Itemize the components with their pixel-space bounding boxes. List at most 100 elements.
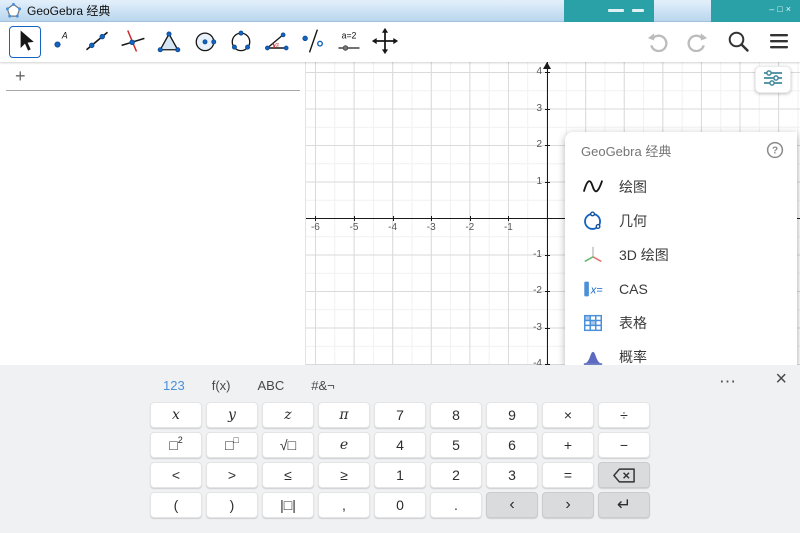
key-6[interactable]: 6 xyxy=(486,432,538,458)
key-3[interactable]: 3 xyxy=(486,462,538,488)
menu-item-3d[interactable]: 3D 绘图 xyxy=(565,238,797,272)
tool-slider[interactable]: a=2 xyxy=(333,26,365,58)
key-less-equal[interactable]: ≤ xyxy=(262,462,314,488)
background-window: –□× xyxy=(711,0,800,22)
key-left-arrow[interactable]: ‹ xyxy=(486,492,538,518)
y-tick-label: 1 xyxy=(536,175,542,187)
tool-polygon[interactable] xyxy=(153,26,185,58)
key-2[interactable]: 2 xyxy=(430,462,482,488)
svg-text:α: α xyxy=(275,41,279,48)
polygon-icon xyxy=(155,27,183,58)
key-power[interactable]: □ □ xyxy=(206,432,258,458)
kb-tab-123[interactable]: 123 xyxy=(163,378,185,393)
add-expression-icon[interactable]: + xyxy=(15,67,26,85)
y-tick-label: -1 xyxy=(533,248,542,260)
key-paren-right[interactable]: ) xyxy=(206,492,258,518)
menu-item-probability[interactable]: 概率 xyxy=(565,340,797,365)
tool-special-line[interactable] xyxy=(117,26,149,58)
key-minus[interactable]: − xyxy=(598,432,650,458)
kb-close-button[interactable]: × xyxy=(775,369,787,389)
tool-conic[interactable] xyxy=(225,26,257,58)
probability-icon xyxy=(582,346,604,365)
key-x[interactable]: x xyxy=(150,402,202,428)
kb-tab-abc[interactable]: ABC xyxy=(257,378,284,393)
key-9[interactable]: 9 xyxy=(486,402,538,428)
key-abs[interactable]: |□| xyxy=(262,492,314,518)
tool-circle[interactable] xyxy=(189,26,221,58)
x-axis-tick xyxy=(392,216,394,221)
background-window-controls: –□× xyxy=(769,4,794,14)
key-less-than[interactable]: < xyxy=(150,462,202,488)
key-0[interactable]: 0 xyxy=(374,492,426,518)
key-7[interactable]: 7 xyxy=(374,402,426,428)
app-menu-items: 绘图 几何 3D 绘图 x= CAS 表格 概率 xyxy=(565,168,797,365)
tool-point[interactable]: A xyxy=(45,26,77,58)
redo-icon xyxy=(686,29,709,55)
tool-group: A α a=2 xyxy=(9,26,401,58)
x-axis-tick xyxy=(315,216,317,221)
virtual-keyboard: 123 f(x) ABC #&¬ ⋯ × x y z π 7 8 9 × ÷ □ 2 □ □ √□ e 4 5 6… xyxy=(0,365,800,533)
geometry-icon xyxy=(582,210,604,232)
y-axis-tick xyxy=(545,291,550,292)
cas-icon: x= xyxy=(582,278,604,300)
main-menu-button[interactable] xyxy=(767,29,791,56)
key-enter[interactable]: ↵ xyxy=(598,492,650,518)
menu-item-spreadsheet[interactable]: 表格 xyxy=(565,306,797,340)
y-tick-label: -4 xyxy=(533,358,542,365)
key-pi[interactable]: π xyxy=(318,402,370,428)
key-8[interactable]: 8 xyxy=(430,402,482,428)
y-axis-tick xyxy=(545,327,550,329)
zoom-button[interactable] xyxy=(726,29,750,56)
help-icon[interactable]: ? xyxy=(766,141,784,159)
hamburger-menu-icon xyxy=(767,29,791,56)
key-greater-than[interactable]: > xyxy=(206,462,258,488)
y-axis-tick xyxy=(545,145,550,146)
key-divide[interactable]: ÷ xyxy=(598,402,650,428)
key-plus[interactable]: + xyxy=(542,432,594,458)
key-y[interactable]: y xyxy=(206,402,258,428)
key-1[interactable]: 1 xyxy=(374,462,426,488)
redo-button[interactable] xyxy=(686,29,709,55)
tool-line[interactable] xyxy=(81,26,113,58)
kb-tab-symbols[interactable]: #&¬ xyxy=(311,378,335,393)
tool-angle[interactable]: α xyxy=(261,26,293,58)
key-equals[interactable]: = xyxy=(542,462,594,488)
tool-move[interactable] xyxy=(9,26,41,58)
svg-text:?: ? xyxy=(772,146,778,157)
key-4[interactable]: 4 xyxy=(374,432,426,458)
kb-more-button[interactable]: ⋯ xyxy=(719,372,736,392)
key-greater-equal[interactable]: ≥ xyxy=(318,462,370,488)
key-square[interactable]: □ 2 xyxy=(150,432,202,458)
key-z[interactable]: z xyxy=(262,402,314,428)
key-comma[interactable]: , xyxy=(318,492,370,518)
key-5[interactable]: 5 xyxy=(430,432,482,458)
algebra-input-row[interactable]: + xyxy=(6,62,300,91)
background-window-decoration xyxy=(608,9,624,12)
menu-item-cas[interactable]: x= CAS xyxy=(565,272,797,306)
spreadsheet-icon xyxy=(582,312,604,334)
svg-text:x=: x= xyxy=(590,285,604,297)
y-tick-label: -3 xyxy=(533,321,542,333)
x-tick-label: -5 xyxy=(349,222,359,233)
tool-move-view[interactable] xyxy=(369,26,401,58)
key-multiply[interactable]: × xyxy=(542,402,594,428)
key-decimal[interactable]: . xyxy=(430,492,482,518)
key-e[interactable]: e xyxy=(318,432,370,458)
key-backspace[interactable] xyxy=(598,462,650,488)
kb-tab-fx[interactable]: f(x) xyxy=(212,378,231,393)
tool-reflect[interactable] xyxy=(297,26,329,58)
keyboard-tabs: 123 f(x) ABC #&¬ xyxy=(163,378,335,393)
graphics-settings-button[interactable] xyxy=(755,66,791,93)
key-right-arrow[interactable]: › xyxy=(542,492,594,518)
x-tick-label: -2 xyxy=(465,222,475,233)
x-tick-label: -1 xyxy=(503,222,513,233)
backspace-icon xyxy=(613,467,635,483)
titlebar: GeoGebra 经典 –□× xyxy=(0,0,800,22)
menu-item-graphing[interactable]: 绘图 xyxy=(565,170,797,204)
settings-sliders-icon xyxy=(763,70,783,89)
menu-item-label: 表格 xyxy=(619,315,647,331)
undo-button[interactable] xyxy=(646,29,669,55)
key-paren-left[interactable]: ( xyxy=(150,492,202,518)
menu-item-geometry[interactable]: 几何 xyxy=(565,204,797,238)
key-sqrt[interactable]: √□ xyxy=(262,432,314,458)
